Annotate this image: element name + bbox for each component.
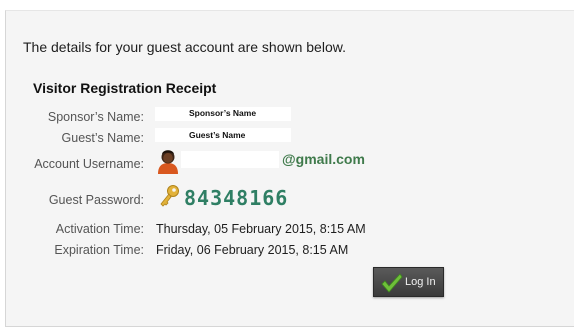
username-field xyxy=(181,151,279,168)
key-icon xyxy=(158,184,180,213)
guest-password-label: Guest Password: xyxy=(48,193,144,207)
receipt-title: Visitor Registration Receipt xyxy=(33,80,217,96)
expiration-time-label: Expiration Time: xyxy=(54,243,144,257)
expiration-time-value: Friday, 06 February 2015, 8:15 AM xyxy=(156,243,349,257)
account-username-value: @gmail.com xyxy=(282,151,365,167)
sponsor-name-label: Sponsor’s Name: xyxy=(47,110,144,124)
intro-text: The details for your guest account are s… xyxy=(23,39,346,55)
activation-time-label: Activation Time: xyxy=(55,222,144,236)
checkmark-icon xyxy=(381,273,403,293)
activation-time-value: Thursday, 05 February 2015, 8:15 AM xyxy=(156,222,366,236)
guest-password-value: 84348166 xyxy=(184,186,289,210)
account-username-label: Account Username: xyxy=(34,157,144,171)
top-strip xyxy=(0,0,574,10)
user-avatar-icon xyxy=(157,148,179,179)
log-in-button[interactable]: Log In xyxy=(373,267,444,297)
log-in-label: Log In xyxy=(405,276,436,288)
guest-name-label: Guest’s Name: xyxy=(61,131,144,145)
guest-name-value: Guest’s Name xyxy=(189,130,246,140)
sponsor-name-value: Sponsor’s Name xyxy=(189,108,257,118)
